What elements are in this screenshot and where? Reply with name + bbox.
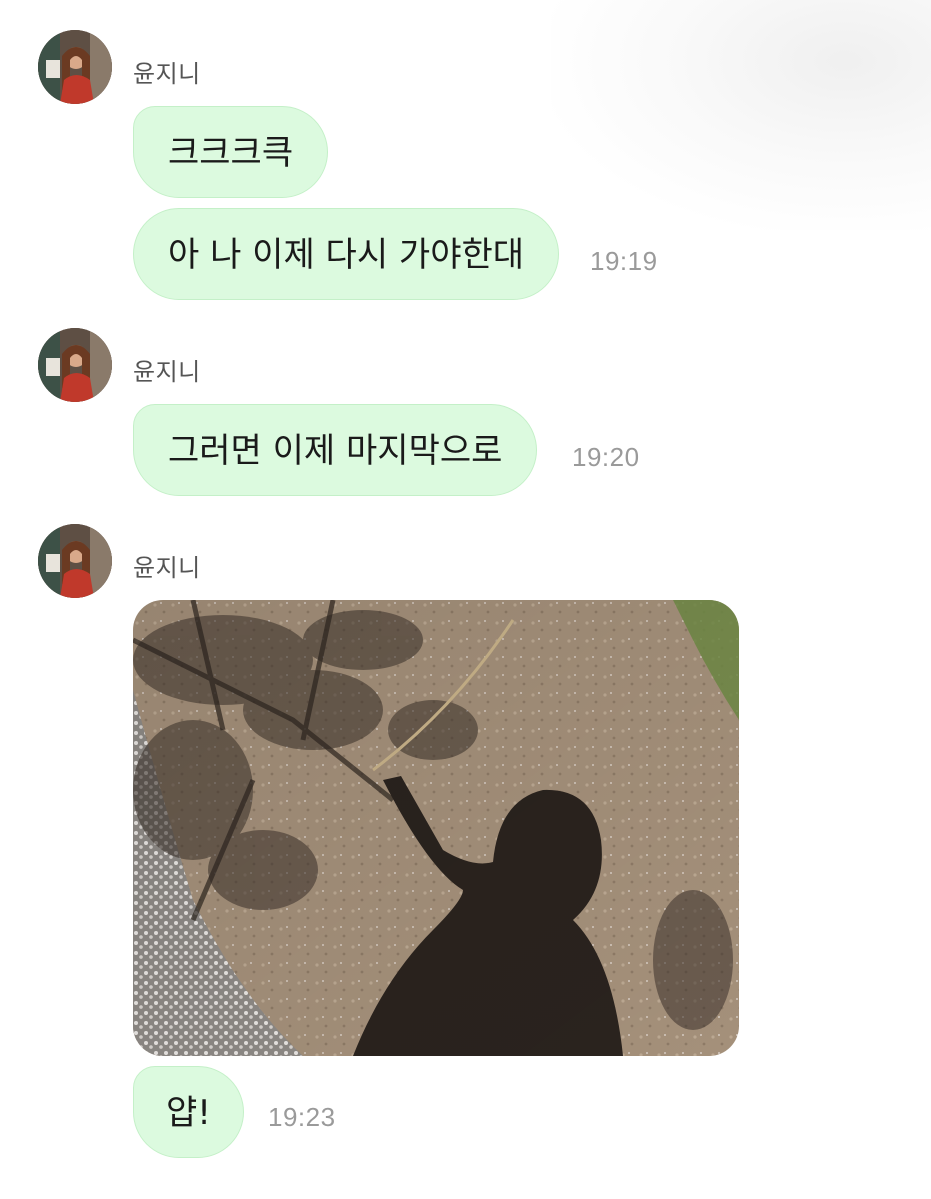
background-glare <box>551 0 931 230</box>
avatar[interactable] <box>38 524 112 598</box>
shared-photo[interactable] <box>133 600 739 1056</box>
message-timestamp: 19:20 <box>572 442 640 472</box>
avatar[interactable] <box>38 328 112 402</box>
message-bubble[interactable]: 얍! <box>133 1066 244 1158</box>
sender-name: 윤지니 <box>133 554 201 582</box>
message-bubble[interactable]: 그러면 이제 마지막으로 <box>133 404 538 496</box>
avatar[interactable] <box>38 30 112 104</box>
sender-name: 윤지니 <box>133 60 201 88</box>
message-timestamp: 19:19 <box>590 246 658 276</box>
message-timestamp: 19:23 <box>268 1102 336 1132</box>
shadow-photo-icon <box>133 600 739 1056</box>
message-bubble[interactable]: 크크크큭 <box>133 106 329 198</box>
message-bubble[interactable]: 아 나 이제 다시 가야한대 <box>133 208 560 300</box>
sender-name: 윤지니 <box>133 358 201 386</box>
